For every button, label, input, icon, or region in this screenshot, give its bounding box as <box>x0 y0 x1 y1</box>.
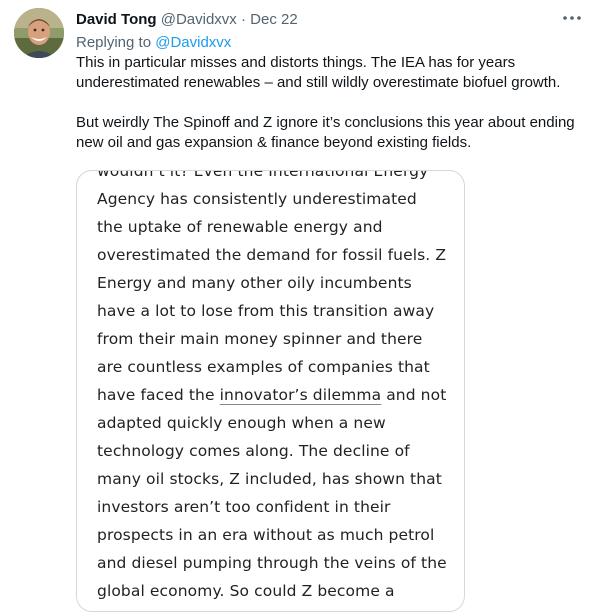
article-line: Energy and many other oily incumbents <box>97 274 412 292</box>
article-line: overestimated the demand for fossil fuel… <box>97 246 447 264</box>
article-link: innovator’s dilemma <box>219 386 382 404</box>
tweet-paragraph: But weirdly The Spinoff and Z ignore it’… <box>76 114 575 151</box>
article-line: many oil stocks, Z included, has shown t… <box>97 470 442 488</box>
article-line: have a lot to lose from this transition … <box>97 302 435 320</box>
tweet-date[interactable]: Dec 22 <box>250 11 298 28</box>
article-line-with-link: have faced the innovator’s dilemma and n… <box>97 381 464 409</box>
replying-prefix: Replying to <box>76 34 152 51</box>
article-line: wouldn’t it? Even the International Ener… <box>97 170 429 180</box>
tweet-paragraph: This in particular misses and distorts t… <box>76 54 561 91</box>
article-line: adapted quickly enough when a new <box>97 414 386 432</box>
header-separator: · <box>240 11 246 28</box>
article-line: global economy. So could Z become a <box>97 582 395 600</box>
article-line: Agency has consistently underestimated <box>97 190 417 208</box>
article-line: and diesel pumping through the veins of … <box>97 554 447 572</box>
tweet-text: This in particular misses and distorts t… <box>76 53 586 153</box>
article-line: prospects in an era without as much petr… <box>97 526 435 544</box>
article-line: the uptake of renewable energy and <box>97 218 383 236</box>
article-line: investors aren’t too confident in their <box>97 498 391 516</box>
author-name[interactable]: David Tong <box>76 11 157 28</box>
avatar[interactable] <box>14 8 64 58</box>
author-handle[interactable]: @Davidxvx <box>161 11 237 28</box>
tweet-header: David Tong @Davidxvx · Dec 22 <box>76 11 587 29</box>
article-line: are countless examples of companies that <box>97 358 430 376</box>
avatar-photo <box>14 8 64 58</box>
attached-image[interactable]: wouldn’t it? Even the International Ener… <box>76 170 465 612</box>
article-line: technology comes along. The decline of <box>97 442 410 460</box>
article-text: and not <box>381 386 447 404</box>
replying-handle-link[interactable]: @Davidxvx <box>155 34 231 51</box>
article-screenshot-text: wouldn’t it? Even the International Ener… <box>97 170 464 605</box>
more-horizontal-icon[interactable] <box>561 8 583 28</box>
replying-to: Replying to @Davidxvx <box>76 33 231 52</box>
article-text: have faced the <box>97 386 220 404</box>
article-line: from their main money spinner and there <box>97 330 423 348</box>
